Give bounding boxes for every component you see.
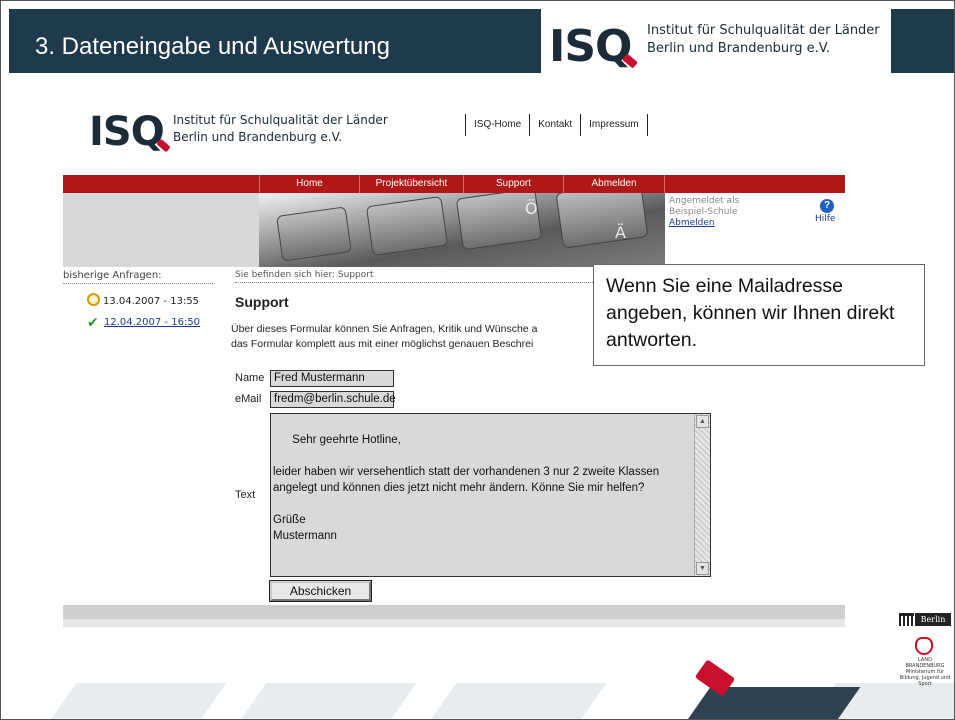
- link-impressum[interactable]: Impressum: [580, 114, 648, 136]
- dark-stripe: [679, 687, 861, 719]
- intro-text: Über dieses Formular können Sie Anfragen…: [231, 322, 641, 352]
- request-item[interactable]: 13.04.2007 - 13:55: [87, 293, 199, 307]
- site-logo-line2: Berlin und Brandenburg e.V.: [173, 130, 343, 144]
- help-link[interactable]: Hilfe: [815, 214, 835, 224]
- link-isq-home[interactable]: ISQ-Home: [465, 114, 529, 136]
- nav-abmelden[interactable]: Abmelden: [563, 175, 665, 193]
- brandenburg-logo: LAND BRANDENBURG Ministerium für Bildung…: [899, 637, 951, 687]
- keyboard-banner-image: Ö Ä: [259, 193, 665, 267]
- site-logo-line1: Institut für Schulqualität der Länder: [173, 113, 388, 127]
- login-label: Angemeldet als: [669, 196, 740, 206]
- top-links: ISQ-Home Kontakt Impressum: [465, 114, 648, 136]
- header-logo: ISQ Institut für Schulqualität der Lände…: [541, 9, 891, 84]
- link-kontakt[interactable]: Kontakt: [529, 114, 580, 136]
- site-logo-letters[interactable]: ISQ: [89, 109, 165, 155]
- key-shape: [555, 193, 649, 249]
- name-field[interactable]: Fred Mustermann: [270, 370, 394, 387]
- request-date-link[interactable]: 12.04.2007 - 16:50: [104, 317, 200, 328]
- logout-link[interactable]: Abmelden: [669, 218, 739, 229]
- page-title: Support: [235, 294, 289, 310]
- footer-band: [63, 605, 845, 627]
- berlin-wordmark: Berlin: [915, 613, 951, 626]
- email-field[interactable]: fredm@berlin.schule.de: [270, 391, 396, 408]
- scroll-down-icon[interactable]: ▼: [696, 562, 709, 575]
- stripe: [45, 683, 227, 719]
- key-label-ae: Ä: [615, 223, 626, 242]
- login-status: Angemeldet als Beispiel-Schule Abmelden …: [665, 193, 845, 267]
- slide-header: 3. Dateneingabe und Auswertung ISQ Insti…: [9, 9, 954, 84]
- checkmark-icon: ✔: [87, 315, 99, 331]
- intro-line: Über dieses Formular können Sie Anfragen…: [231, 323, 538, 335]
- stripe: [235, 683, 417, 719]
- login-user: Beispiel-Schule: [669, 207, 738, 217]
- key-label-oe: Ö: [525, 199, 538, 218]
- eagle-icon: [915, 637, 933, 655]
- textarea-scrollbar[interactable]: ▲ ▼: [694, 414, 710, 576]
- scroll-up-icon[interactable]: ▲: [696, 415, 709, 428]
- nav-projektuebersicht[interactable]: Projektübersicht: [359, 175, 463, 193]
- left-header-band: [63, 193, 259, 267]
- request-date: 13.04.2007 - 13:55: [103, 296, 200, 307]
- site-header: ISQ Institut für Schulqualität der Lände…: [63, 96, 845, 174]
- text-label: Text: [235, 489, 256, 501]
- key-shape: [276, 206, 352, 262]
- slide-title: 3. Dateneingabe und Auswertung: [35, 33, 390, 60]
- main-nav: Home Projektübersicht Support Abmelden: [63, 175, 845, 193]
- previous-requests-label: bisherige Anfragen:: [63, 270, 213, 284]
- clock-icon: [87, 293, 100, 306]
- name-label: Name: [235, 372, 265, 384]
- submit-button[interactable]: Abschicken: [269, 580, 372, 602]
- request-item[interactable]: ✔ 12.04.2007 - 16:50: [87, 315, 200, 331]
- nav-support[interactable]: Support: [463, 175, 563, 193]
- intro-line: das Formular komplett aus mit einer mögl…: [231, 338, 534, 350]
- callout-box: Wenn Sie eine Mailadresse angeben, könne…: [593, 264, 925, 366]
- isq-logo-line1: Institut für Schulqualität der Länder: [647, 23, 880, 38]
- berlin-logo: Berlin: [899, 611, 951, 629]
- email-label: eMail: [235, 393, 262, 405]
- slide: 3. Dateneingabe und Auswertung ISQ Insti…: [0, 0, 955, 720]
- brandenburg-gate-icon: [899, 613, 914, 626]
- stripe: [425, 683, 607, 719]
- key-shape: [365, 195, 449, 257]
- isq-logo-letters: ISQ: [549, 21, 632, 72]
- message-textarea[interactable]: Sehr geehrte Hotline, leider haben wir v…: [270, 413, 711, 577]
- message-text: Sehr geehrte Hotline, leider haben wir v…: [273, 434, 660, 542]
- brandenburg-text: LAND BRANDENBURG Ministerium für Bildung…: [899, 657, 951, 687]
- nav-home[interactable]: Home: [259, 175, 359, 193]
- isq-logo-line2: Berlin und Brandenburg e.V.: [647, 41, 831, 56]
- webpage-screenshot: ISQ Institut für Schulqualität der Lände…: [63, 96, 845, 636]
- help-icon[interactable]: ?: [820, 199, 834, 213]
